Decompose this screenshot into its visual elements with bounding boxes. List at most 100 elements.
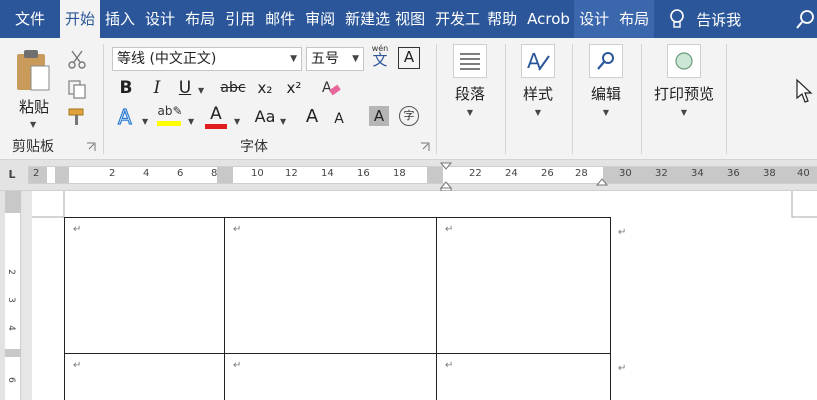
group-separator	[103, 44, 104, 154]
tab-selector-button[interactable]: L	[4, 168, 20, 184]
svg-text:A: A	[118, 106, 132, 128]
tab-home[interactable]: 开始	[60, 0, 101, 38]
ruler-number: 32	[655, 168, 668, 179]
paste-label: 粘贴	[18, 98, 49, 116]
tab-acrobat[interactable]: Acrob	[522, 0, 574, 38]
tab-new-group[interactable]: 新建选	[340, 0, 390, 38]
bold-button[interactable]: B	[116, 76, 136, 100]
shrink-font-button[interactable]: A	[330, 107, 348, 131]
chevron-down-icon[interactable]: ▼	[142, 117, 148, 126]
paste-dropdown-icon[interactable]: ▼	[30, 120, 36, 129]
styles-button[interactable]: A 样式 ▼	[506, 44, 570, 134]
clipboard-paste-icon	[17, 50, 50, 91]
font-size-combo[interactable]: 五号 ▼	[306, 47, 364, 71]
table-cell[interactable]: ↵	[64, 353, 225, 400]
document-table[interactable]: ↵ ↵ ↵ ↵ ↵ ↵	[64, 217, 611, 400]
chevron-down-icon[interactable]: ▼	[188, 117, 194, 126]
paste-button[interactable]: 粘贴 ▼	[10, 44, 56, 129]
ruler-number: 14	[321, 168, 334, 179]
enclose-char-icon[interactable]: 字	[399, 106, 419, 126]
ruler-column-marker[interactable]	[55, 167, 69, 183]
chevron-down-icon[interactable]: ▼	[234, 117, 240, 126]
table-cell[interactable]: ↵	[436, 353, 611, 400]
grow-font-button[interactable]: A	[302, 105, 322, 129]
chevron-down-icon[interactable]: ▼	[280, 117, 286, 126]
font-launcher-icon[interactable]	[420, 142, 430, 152]
tab-review[interactable]: 审阅	[300, 0, 340, 38]
ruler-column-marker[interactable]	[217, 167, 233, 183]
font-name-combo[interactable]: 等线 (中文正文) ▼	[112, 47, 302, 71]
tab-insert[interactable]: 插入	[100, 0, 140, 38]
styles-label: 样式	[522, 85, 553, 103]
group-separator	[436, 44, 437, 154]
tab-developer[interactable]: 开发工	[430, 0, 482, 38]
tell-me-box[interactable]: 告诉我	[666, 0, 741, 38]
tab-mailings[interactable]: 邮件	[260, 0, 300, 38]
italic-button[interactable]: I	[148, 76, 166, 100]
chevron-down-icon: ▼	[290, 54, 297, 64]
ruler-margin	[603, 167, 817, 183]
chevron-down-icon: ▼	[602, 108, 610, 117]
copy-icon[interactable]	[66, 78, 88, 100]
cut-icon[interactable]	[66, 48, 88, 70]
ruler-number: 38	[763, 168, 776, 179]
wen-char-icon: 文	[372, 51, 388, 69]
underline-button[interactable]: U	[176, 76, 194, 100]
text-effects-icon[interactable]: A	[116, 106, 140, 128]
tab-table-design[interactable]: 设计	[574, 0, 615, 38]
tab-references[interactable]: 引用	[220, 0, 260, 38]
font-color-swatch	[205, 124, 227, 129]
table-cell[interactable]: ↵	[224, 217, 437, 354]
tab-table-layout[interactable]: 布局	[614, 0, 655, 38]
paragraph-button[interactable]: 段落 ▼	[438, 44, 502, 134]
strikethrough-button[interactable]: abc	[218, 76, 248, 100]
horizontal-ruler[interactable]: L 2 2 4 6 8 10 12 14 16 18 22 24 26 28 3…	[0, 160, 817, 192]
ruler-number: 40	[797, 168, 810, 179]
ruler-row-marker[interactable]	[5, 349, 21, 357]
editing-label: 编辑	[590, 85, 621, 103]
right-indent-marker-icon[interactable]	[596, 178, 608, 188]
table-cell[interactable]: ↵	[224, 353, 437, 400]
cell-end-mark: ↵	[445, 360, 454, 371]
table-cell[interactable]: ↵	[64, 217, 225, 354]
highlight-color-swatch	[157, 121, 181, 126]
vertical-ruler[interactable]: 2 3 4 6	[5, 191, 21, 400]
ruler-margin	[5, 191, 21, 213]
editing-button[interactable]: 编辑 ▼	[574, 44, 638, 134]
highlight-button[interactable]: ab✎	[157, 104, 183, 132]
cell-end-mark: ↵	[233, 360, 242, 371]
change-case-button[interactable]: Aa	[250, 105, 280, 129]
clear-formatting-icon[interactable]: A	[320, 78, 342, 98]
row-end-mark: ↵	[618, 363, 627, 374]
tab-layout[interactable]: 布局	[180, 0, 220, 38]
clipboard-group-label: 剪贴板	[12, 139, 54, 155]
clipboard-launcher-icon[interactable]	[86, 142, 96, 152]
ruler-number: 4	[5, 325, 16, 331]
ruler-strip: 2 2 4 6 8 10 12 14 16 18 22 24 26 28 30 …	[28, 166, 817, 184]
ribbon-tab-bar: 文件 开始 插入 设计 布局 引用 邮件 审阅 新建选 视图 开发工 帮助 Ac…	[0, 0, 817, 38]
character-shading-button[interactable]: A	[369, 106, 389, 126]
font-color-button[interactable]: A	[203, 104, 229, 132]
print-preview-button[interactable]: 打印预览 ▼	[648, 44, 720, 134]
highlighter-icon: ab✎	[157, 104, 183, 118]
tab-design[interactable]: 设计	[140, 0, 180, 38]
find-icon	[589, 44, 623, 78]
tab-file[interactable]: 文件	[0, 0, 60, 38]
chevron-down-icon: ▼	[352, 54, 359, 64]
format-painter-icon[interactable]	[66, 106, 88, 128]
ruler-number: 34	[691, 168, 704, 179]
table-cell[interactable]: ↵	[436, 217, 611, 354]
ruler-number: 2	[109, 168, 116, 179]
indent-marker-icon[interactable]	[440, 162, 452, 192]
enclose-characters-button[interactable]: A	[398, 47, 420, 69]
search-icon[interactable]	[795, 8, 815, 30]
group-separator	[641, 44, 642, 154]
tab-view[interactable]: 视图	[390, 0, 430, 38]
tab-help[interactable]: 帮助	[482, 0, 522, 38]
document-page[interactable]: ↵ ↵ ↵ ↵ ↵ ↵ ↵ ↵	[32, 191, 817, 400]
subscript-button[interactable]: x₂	[254, 76, 276, 100]
ruler-number: 28	[575, 168, 588, 179]
phonetic-guide-button[interactable]: wén 文	[370, 44, 390, 74]
superscript-button[interactable]: x²	[283, 76, 305, 100]
chevron-down-icon[interactable]: ▼	[198, 86, 204, 95]
